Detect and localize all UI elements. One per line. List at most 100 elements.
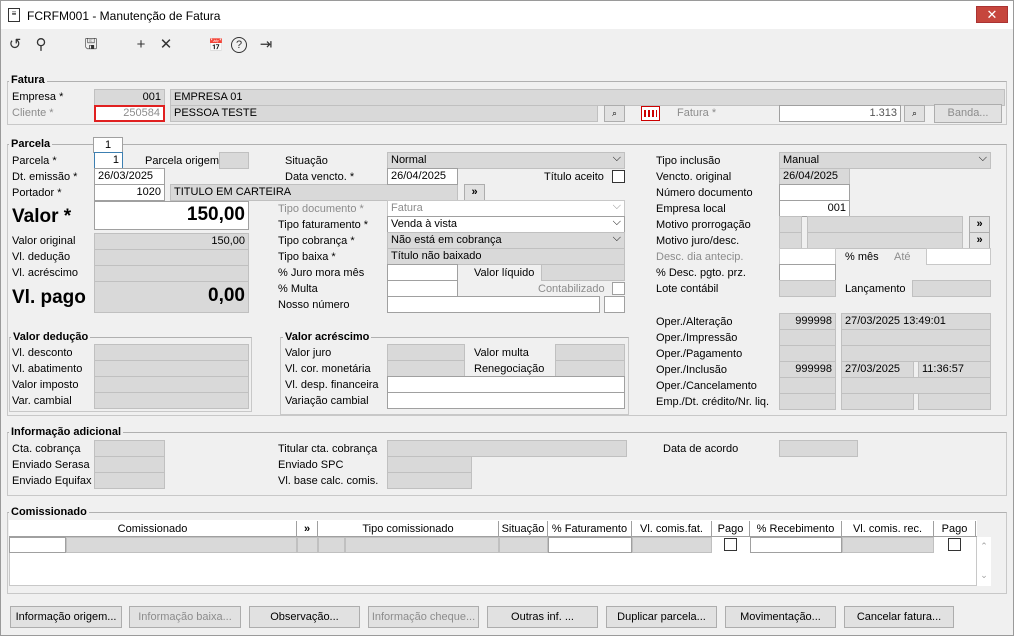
banda-button[interactable]: Banda... (934, 104, 1002, 123)
nosso-numero-field[interactable] (387, 296, 600, 313)
desp-financeira-field[interactable] (387, 376, 625, 393)
tipo-documento-select[interactable]: Fatura (387, 200, 625, 217)
parcela-tab-1[interactable]: 1 (93, 137, 123, 153)
nosso-numero-digit-field[interactable] (604, 296, 625, 313)
outras-inf-button[interactable]: Outras inf. ... (487, 606, 598, 628)
valor-imposto-label: Valor imposto (12, 379, 79, 391)
titulo-aceito-checkbox[interactable] (612, 170, 625, 183)
grid-scrollbar[interactable]: ⌃ ⌄ (977, 537, 991, 586)
multa-field[interactable] (387, 280, 458, 297)
ate-label: Até (894, 251, 911, 263)
search-icon[interactable]: ⚲ (31, 35, 51, 55)
fatura-number-field[interactable]: 1.313 (779, 105, 901, 122)
fatura-search-button[interactable]: ⌕ (904, 105, 925, 122)
tipo-faturamento-select[interactable]: Venda à vista (387, 216, 625, 233)
add-icon[interactable]: + (131, 35, 151, 55)
empresa-local-label: Empresa local (656, 203, 726, 215)
col-situacao[interactable]: Situação (499, 521, 548, 537)
tipo-baixa-field: Título não baixado (387, 248, 625, 265)
motivo-prorrogacao-more-button[interactable]: » (969, 216, 990, 233)
empresa-local-field[interactable]: 001 (779, 200, 850, 217)
portador-more-button[interactable]: » (464, 184, 485, 201)
var-cambial-field (94, 392, 249, 409)
contabilizado-checkbox[interactable] (612, 282, 625, 295)
ate-field[interactable] (926, 248, 991, 265)
exit-icon[interactable]: ⇥ (256, 35, 276, 55)
row-pct-faturamento[interactable] (548, 537, 632, 553)
col-vl-comis-fat[interactable]: Vl. comis.fat. (632, 521, 712, 537)
situacao-label: Situação (285, 155, 328, 167)
informacao-origem-button[interactable]: Informação origem... (10, 606, 122, 628)
contabilizado-label: Contabilizado (538, 283, 605, 295)
valor-liquido-label: Valor líquido (474, 267, 535, 279)
cliente-code-field[interactable]: 250584 (94, 105, 165, 122)
desc-pgto-field[interactable] (779, 264, 836, 281)
vl-pago-label: Vl. pago (12, 287, 86, 308)
oper-cancelamento-user (779, 377, 836, 394)
col-tipo-comissionado[interactable]: Tipo comissionado (318, 521, 499, 537)
oper-alteracao-user: 999998 (779, 313, 836, 330)
row-pct-recebimento[interactable] (750, 537, 842, 553)
cliente-search-button[interactable]: ⌕ (604, 105, 625, 122)
row-comissionado-name (66, 537, 297, 553)
cliente-label: Cliente * (12, 107, 54, 119)
calendar-icon[interactable]: 📅 (206, 35, 226, 55)
cta-cobranca-field (94, 440, 165, 457)
tipo-inclusao-select[interactable]: Manual (779, 152, 991, 169)
undo-icon[interactable]: ↺ (5, 35, 25, 55)
observacao-button[interactable]: Observação... (249, 606, 360, 628)
enviado-equifax-label: Enviado Equifax (12, 475, 92, 487)
enviado-serasa-field (94, 456, 165, 473)
motivo-juro-more-button[interactable]: » (969, 232, 990, 249)
parcela-field[interactable]: 1 (94, 152, 123, 169)
vl-desconto-field (94, 344, 249, 361)
oper-alteracao-date: 27/03/2025 13:49:01 (841, 313, 991, 330)
col-pct-recebimento[interactable]: % Recebimento (750, 521, 842, 537)
numero-documento-field[interactable] (779, 184, 850, 201)
desc-pgto-label: % Desc. pgto. prz. (656, 267, 746, 279)
motivo-juro-desc (807, 232, 963, 249)
duplicar-parcela-button[interactable]: Duplicar parcela... (606, 606, 717, 628)
movimentacao-button[interactable]: Movimentação... (725, 606, 836, 628)
col-vl-comis-rec[interactable]: Vl. comis. rec. (842, 521, 934, 537)
pct-mes-label: % mês (845, 251, 879, 263)
informacao-baixa-button[interactable]: Informação baixa... (129, 606, 241, 628)
variacao-cambial-field[interactable] (387, 392, 625, 409)
help-icon[interactable]: ? (231, 37, 247, 53)
informacao-cheque-button[interactable]: Informação cheque... (368, 606, 479, 628)
col-more-button[interactable]: » (297, 521, 318, 537)
delete-icon[interactable]: ✕ (156, 35, 176, 55)
row-pago-fat-checkbox[interactable] (724, 538, 737, 551)
valor-field[interactable]: 150,00 (94, 201, 249, 230)
juro-field[interactable] (387, 264, 458, 281)
row-comissionado-code[interactable] (9, 537, 66, 553)
parcela-origem-label: Parcela origem (145, 155, 219, 167)
data-acordo-label: Data de acordo (663, 443, 739, 455)
data-vencto-field[interactable]: 26/04/2025 (387, 168, 458, 185)
lote-contabil-label: Lote contábil (656, 283, 719, 295)
oper-pagamento-user (779, 345, 836, 362)
valor-juro-field (387, 344, 465, 361)
dt-emissao-field[interactable]: 26/03/2025 (94, 168, 165, 185)
col-pct-faturamento[interactable]: % Faturamento (548, 521, 632, 537)
desc-dia-field[interactable] (779, 248, 836, 265)
col-pago-fat[interactable]: Pago (712, 521, 750, 537)
col-pago-rec[interactable]: Pago (934, 521, 976, 537)
valor-label: Valor * (12, 206, 72, 227)
window-title: FCRFM001 - Manutenção de Fatura (27, 9, 221, 23)
titular-cta-label: Titular cta. cobrança (278, 443, 378, 455)
situacao-select[interactable]: Normal (387, 152, 625, 169)
calendar-grid-icon[interactable] (641, 106, 660, 121)
app-icon: ≡ (8, 8, 20, 22)
save-icon[interactable]: 🖫 (81, 35, 101, 55)
col-comissionado[interactable]: Comissionado (9, 521, 297, 537)
vencto-original-label: Vencto. original (656, 171, 732, 183)
cancelar-fatura-button[interactable]: Cancelar fatura... (844, 606, 954, 628)
tipo-cobranca-select[interactable]: Não está em cobrança (387, 232, 625, 249)
nr-liq-field (918, 393, 991, 410)
vl-pago-field: 0,00 (94, 281, 249, 313)
close-button[interactable]: ✕ (976, 6, 1008, 23)
tipo-cobranca-label: Tipo cobrança * (278, 235, 355, 247)
row-pago-rec-checkbox[interactable] (948, 538, 961, 551)
portador-code-field[interactable]: 1020 (94, 184, 165, 201)
